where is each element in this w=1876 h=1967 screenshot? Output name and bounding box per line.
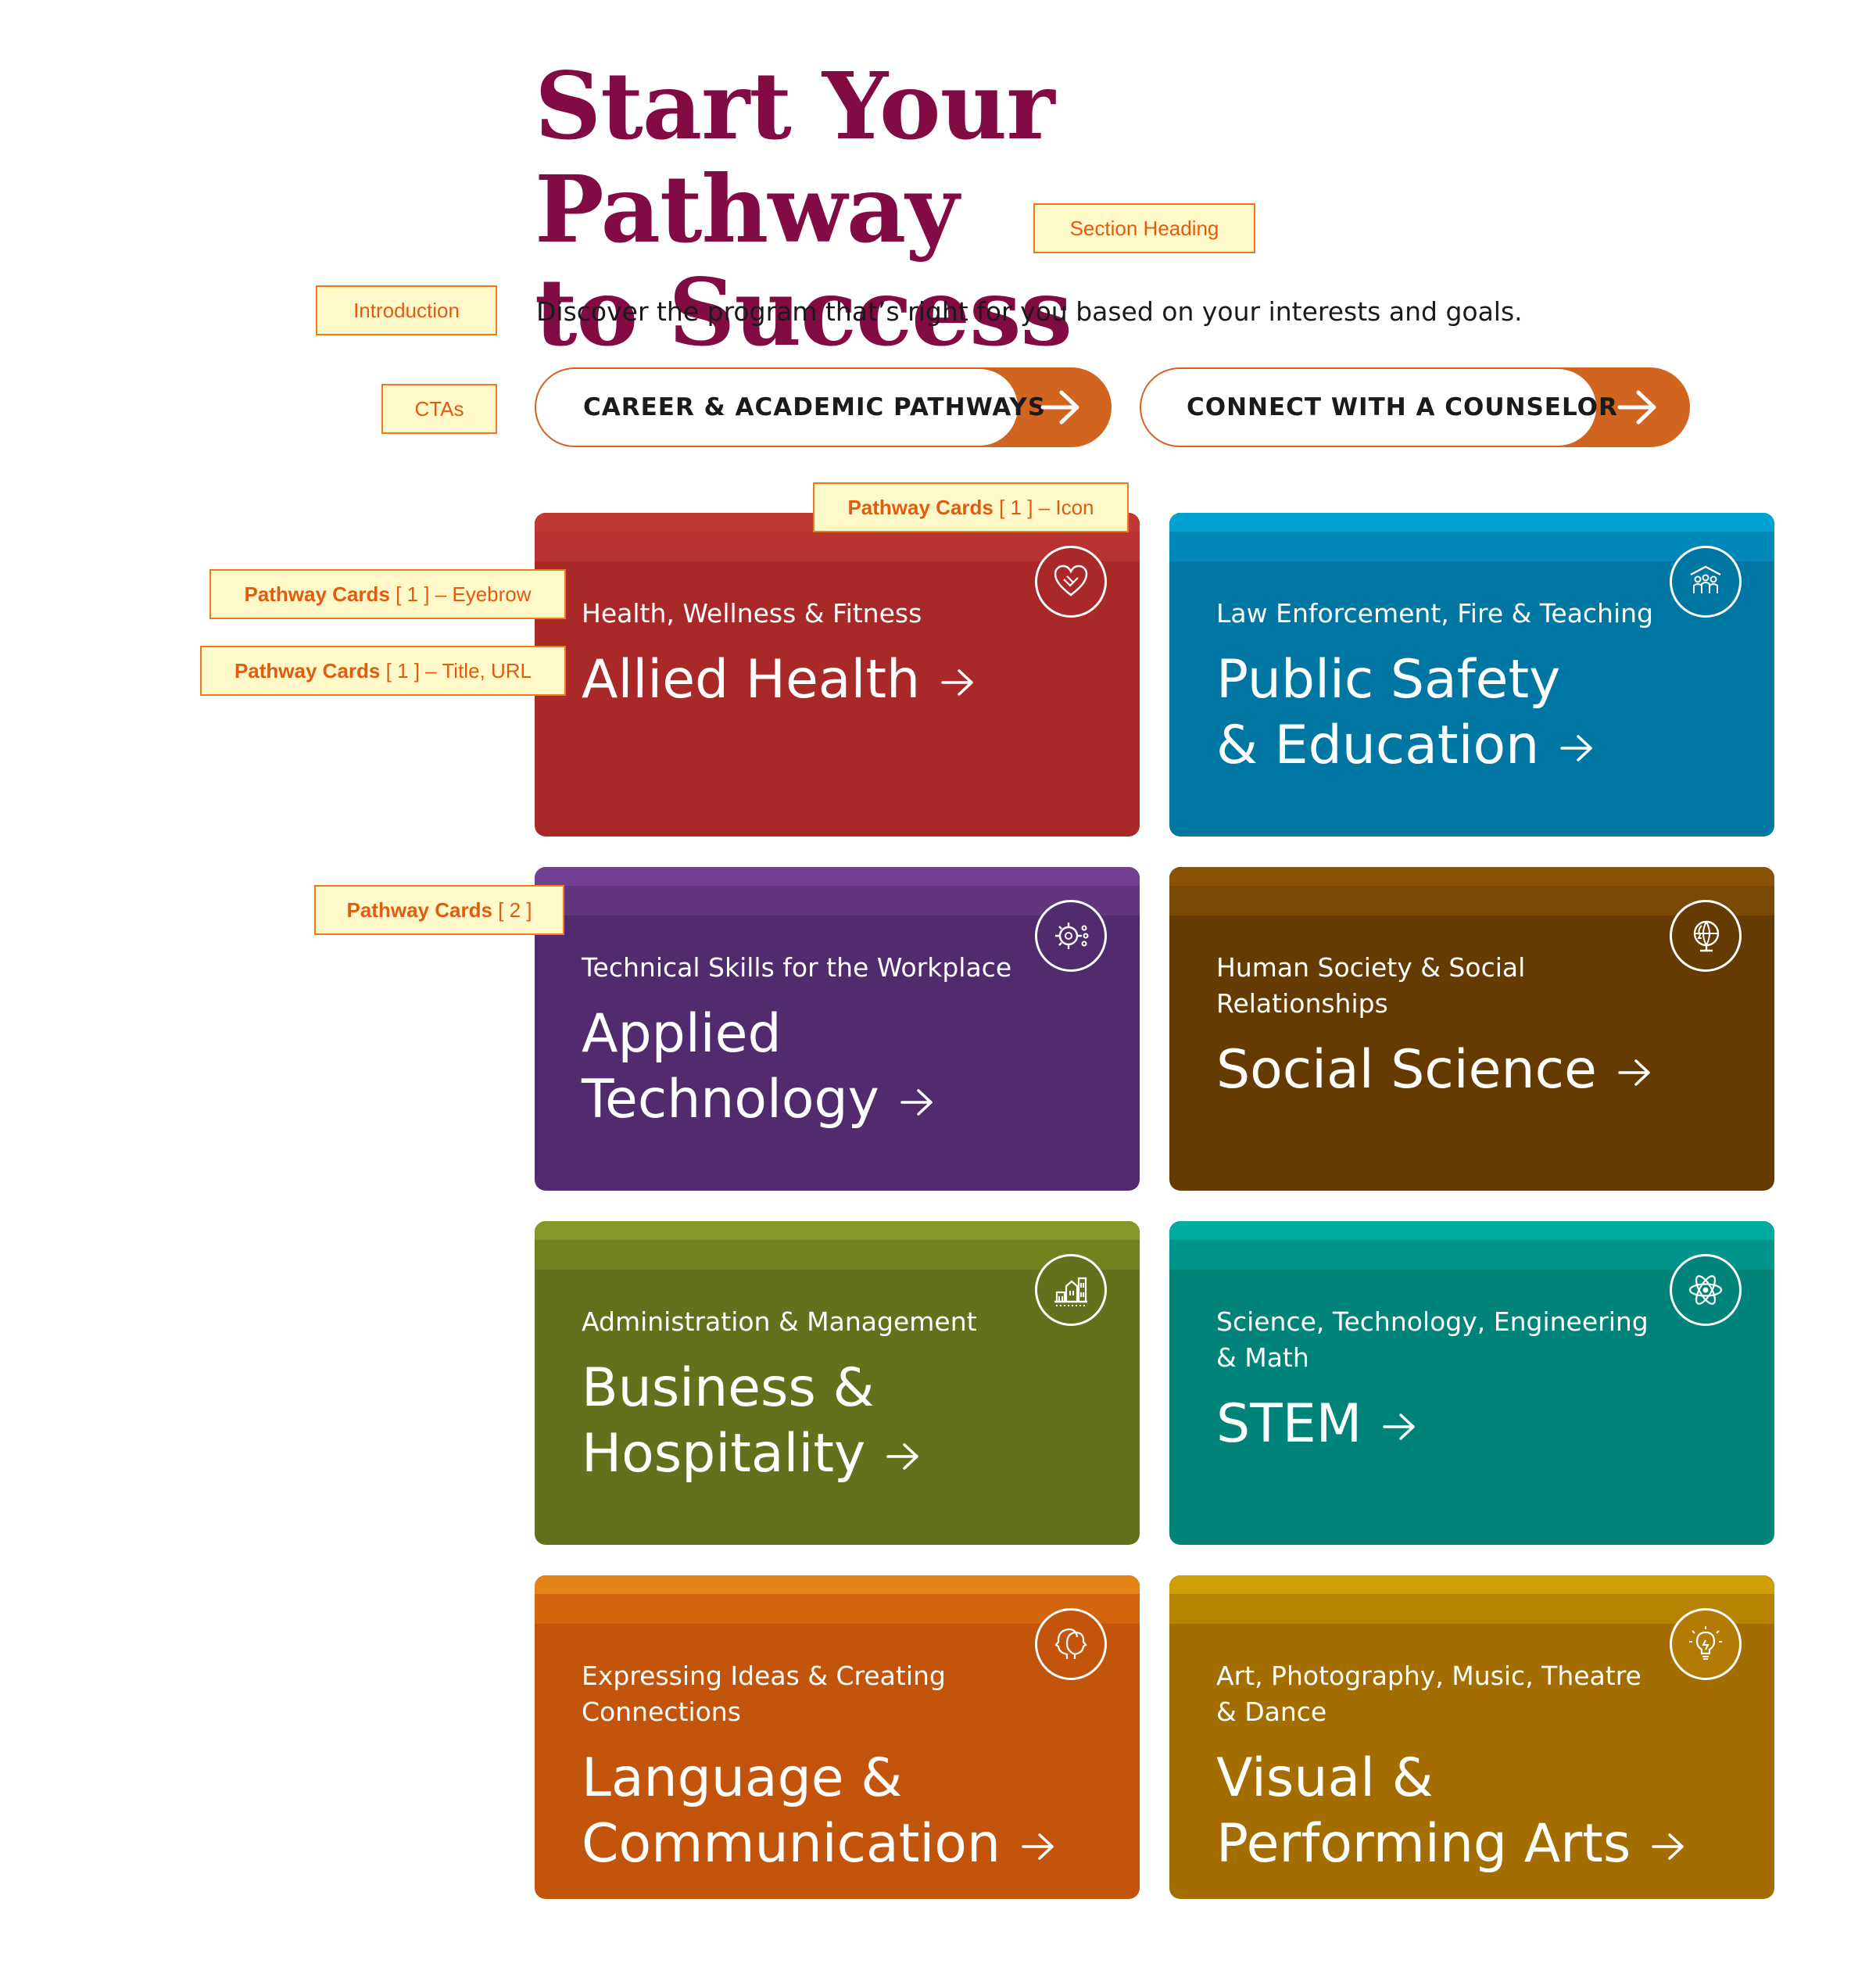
card-eyebrow: Expressing Ideas & Creating Connections <box>582 1661 946 1727</box>
card-eyebrow: Law Enforcement, Fire & Teaching <box>1216 598 1654 629</box>
annotation-text: Introduction <box>353 299 460 322</box>
card-title-text: Social Science <box>1216 1039 1597 1101</box>
arrow-right-icon <box>1040 390 1079 425</box>
card-title-line-1: Public Safety <box>1216 649 1561 711</box>
arrow-right-icon <box>941 669 973 697</box>
career-academic-pathways-button[interactable]: CAREER & ACADEMIC PATHWAYS <box>535 367 1112 447</box>
card-title: Allied Health <box>582 647 1097 713</box>
pathway-card-social-science[interactable]: Human Society & Social Relationships Soc… <box>1169 867 1774 1191</box>
pathway-card-visual-performing-arts[interactable]: Art, Photography, Music, Theatre & Dance… <box>1169 1575 1774 1899</box>
pathway-card-language-communication[interactable]: Expressing Ideas & Creating Connections … <box>535 1575 1140 1899</box>
card-eyebrow: Art, Photography, Music, Theatre & Dance <box>1216 1661 1642 1727</box>
annotation-card-icon: Pathway Cards [ 1 ] – Icon <box>813 482 1129 532</box>
card-title-line-2: Technology <box>582 1069 879 1130</box>
arrow-right-icon <box>1618 1059 1650 1087</box>
pathway-card-applied-technology[interactable]: Technical Skills for the Workplace Appli… <box>535 867 1140 1191</box>
arrow-right-icon <box>1383 1413 1416 1441</box>
card-eyebrow: Health, Wellness & Fitness <box>582 598 922 629</box>
card-title-line-2: & Education <box>1216 715 1540 776</box>
annotation-text-bold: Pathway Cards <box>234 659 381 683</box>
arrow-right-icon <box>1652 1833 1684 1861</box>
annotation-text-bold: Pathway Cards <box>346 898 492 922</box>
pathway-card-stem[interactable]: Science, Technology, Engineering & Math … <box>1169 1221 1774 1545</box>
connect-with-counselor-button[interactable]: CONNECT WITH A COUNSELOR <box>1140 367 1690 447</box>
card-title: STEM <box>1216 1392 1732 1457</box>
card-title-line-2: Hospitality <box>582 1423 866 1485</box>
card-title: Visual & Performing Arts <box>1216 1746 1732 1877</box>
card-eyebrow: Science, Technology, Engineering & Math <box>1216 1306 1649 1373</box>
annotation-card-title-url: Pathway Cards [ 1 ] – Title, URL <box>200 646 566 696</box>
pathway-card-business-hospitality[interactable]: Administration & Management Business & Ho… <box>535 1221 1140 1545</box>
cta-label: CAREER & ACADEMIC PATHWAYS <box>583 393 1047 421</box>
card-title: Social Science <box>1216 1037 1732 1103</box>
card-title-line-1: Applied <box>582 1003 782 1065</box>
annotation-card-eyebrow: Pathway Cards [ 1 ] – Eyebrow <box>209 569 566 619</box>
annotation-text: [ 1 ] – Eyebrow <box>389 582 532 606</box>
card-title: Public Safety & Education <box>1216 647 1732 779</box>
card-title-line-1: Visual & <box>1216 1747 1434 1809</box>
heart-hand-icon <box>1035 546 1107 618</box>
arrow-right-icon <box>1560 735 1592 762</box>
card-title-line-1: Language & <box>582 1747 903 1809</box>
arrow-right-icon <box>1617 390 1656 425</box>
annotation-card-2: Pathway Cards [ 2 ] <box>314 885 564 935</box>
introduction-text: Discover the program that’s right for yo… <box>536 296 1523 327</box>
annotation-text: CTAs <box>414 397 464 421</box>
card-eyebrow: Human Society & Social Relationships <box>1216 952 1526 1019</box>
card-title: Business & Hospitality <box>582 1356 1097 1487</box>
card-title-line-2: Communication <box>582 1813 1001 1875</box>
cta-label-box: CAREER & ACADEMIC PATHWAYS <box>536 369 1045 446</box>
card-title: Applied Technology <box>582 1001 1097 1133</box>
annotation-text: Section Heading <box>1069 217 1219 240</box>
annotation-ctas: CTAs <box>381 384 497 434</box>
card-title: Language & Communication <box>582 1746 1097 1877</box>
arrow-right-icon <box>900 1089 933 1116</box>
people-building-icon <box>1670 546 1742 618</box>
pathway-card-public-safety-education[interactable]: Law Enforcement, Fire & Teaching Public … <box>1169 513 1774 837</box>
annotation-text-bold: Pathway Cards <box>244 582 390 606</box>
card-eyebrow: Technical Skills for the Workplace <box>582 952 1012 983</box>
card-title-text: Allied Health <box>582 649 921 711</box>
annotation-text: [ 1 ] – Icon <box>993 496 1094 519</box>
card-title-line-2: Performing Arts <box>1216 1813 1631 1875</box>
card-title-line-1: Business & <box>582 1357 875 1419</box>
atom-icon <box>1670 1254 1742 1326</box>
buildings-icon <box>1035 1254 1107 1326</box>
pathway-card-allied-health[interactable]: Health, Wellness & Fitness Allied Health <box>535 513 1140 837</box>
annotation-section-heading: Section Heading <box>1033 203 1255 253</box>
annotation-text: [ 1 ] – Title, URL <box>380 659 532 683</box>
card-title-text: STEM <box>1216 1393 1362 1455</box>
lightbulb-icon <box>1670 1608 1742 1680</box>
cta-label: CONNECT WITH A COUNSELOR <box>1187 393 1618 421</box>
globe-head-icon <box>1670 900 1742 972</box>
annotation-text: [ 2 ] <box>492 898 532 922</box>
arrow-right-icon <box>886 1443 918 1471</box>
heading-line-1: Start Your Pathway <box>535 52 1055 263</box>
cta-label-box: CONNECT WITH A COUNSELOR <box>1141 369 1617 446</box>
annotation-introduction: Introduction <box>316 285 497 335</box>
card-eyebrow: Administration & Management <box>582 1306 977 1337</box>
annotation-text-bold: Pathway Cards <box>847 496 993 519</box>
arrow-right-icon <box>1022 1833 1054 1861</box>
chip-gear-icon <box>1035 900 1107 972</box>
two-faces-icon <box>1035 1608 1107 1680</box>
